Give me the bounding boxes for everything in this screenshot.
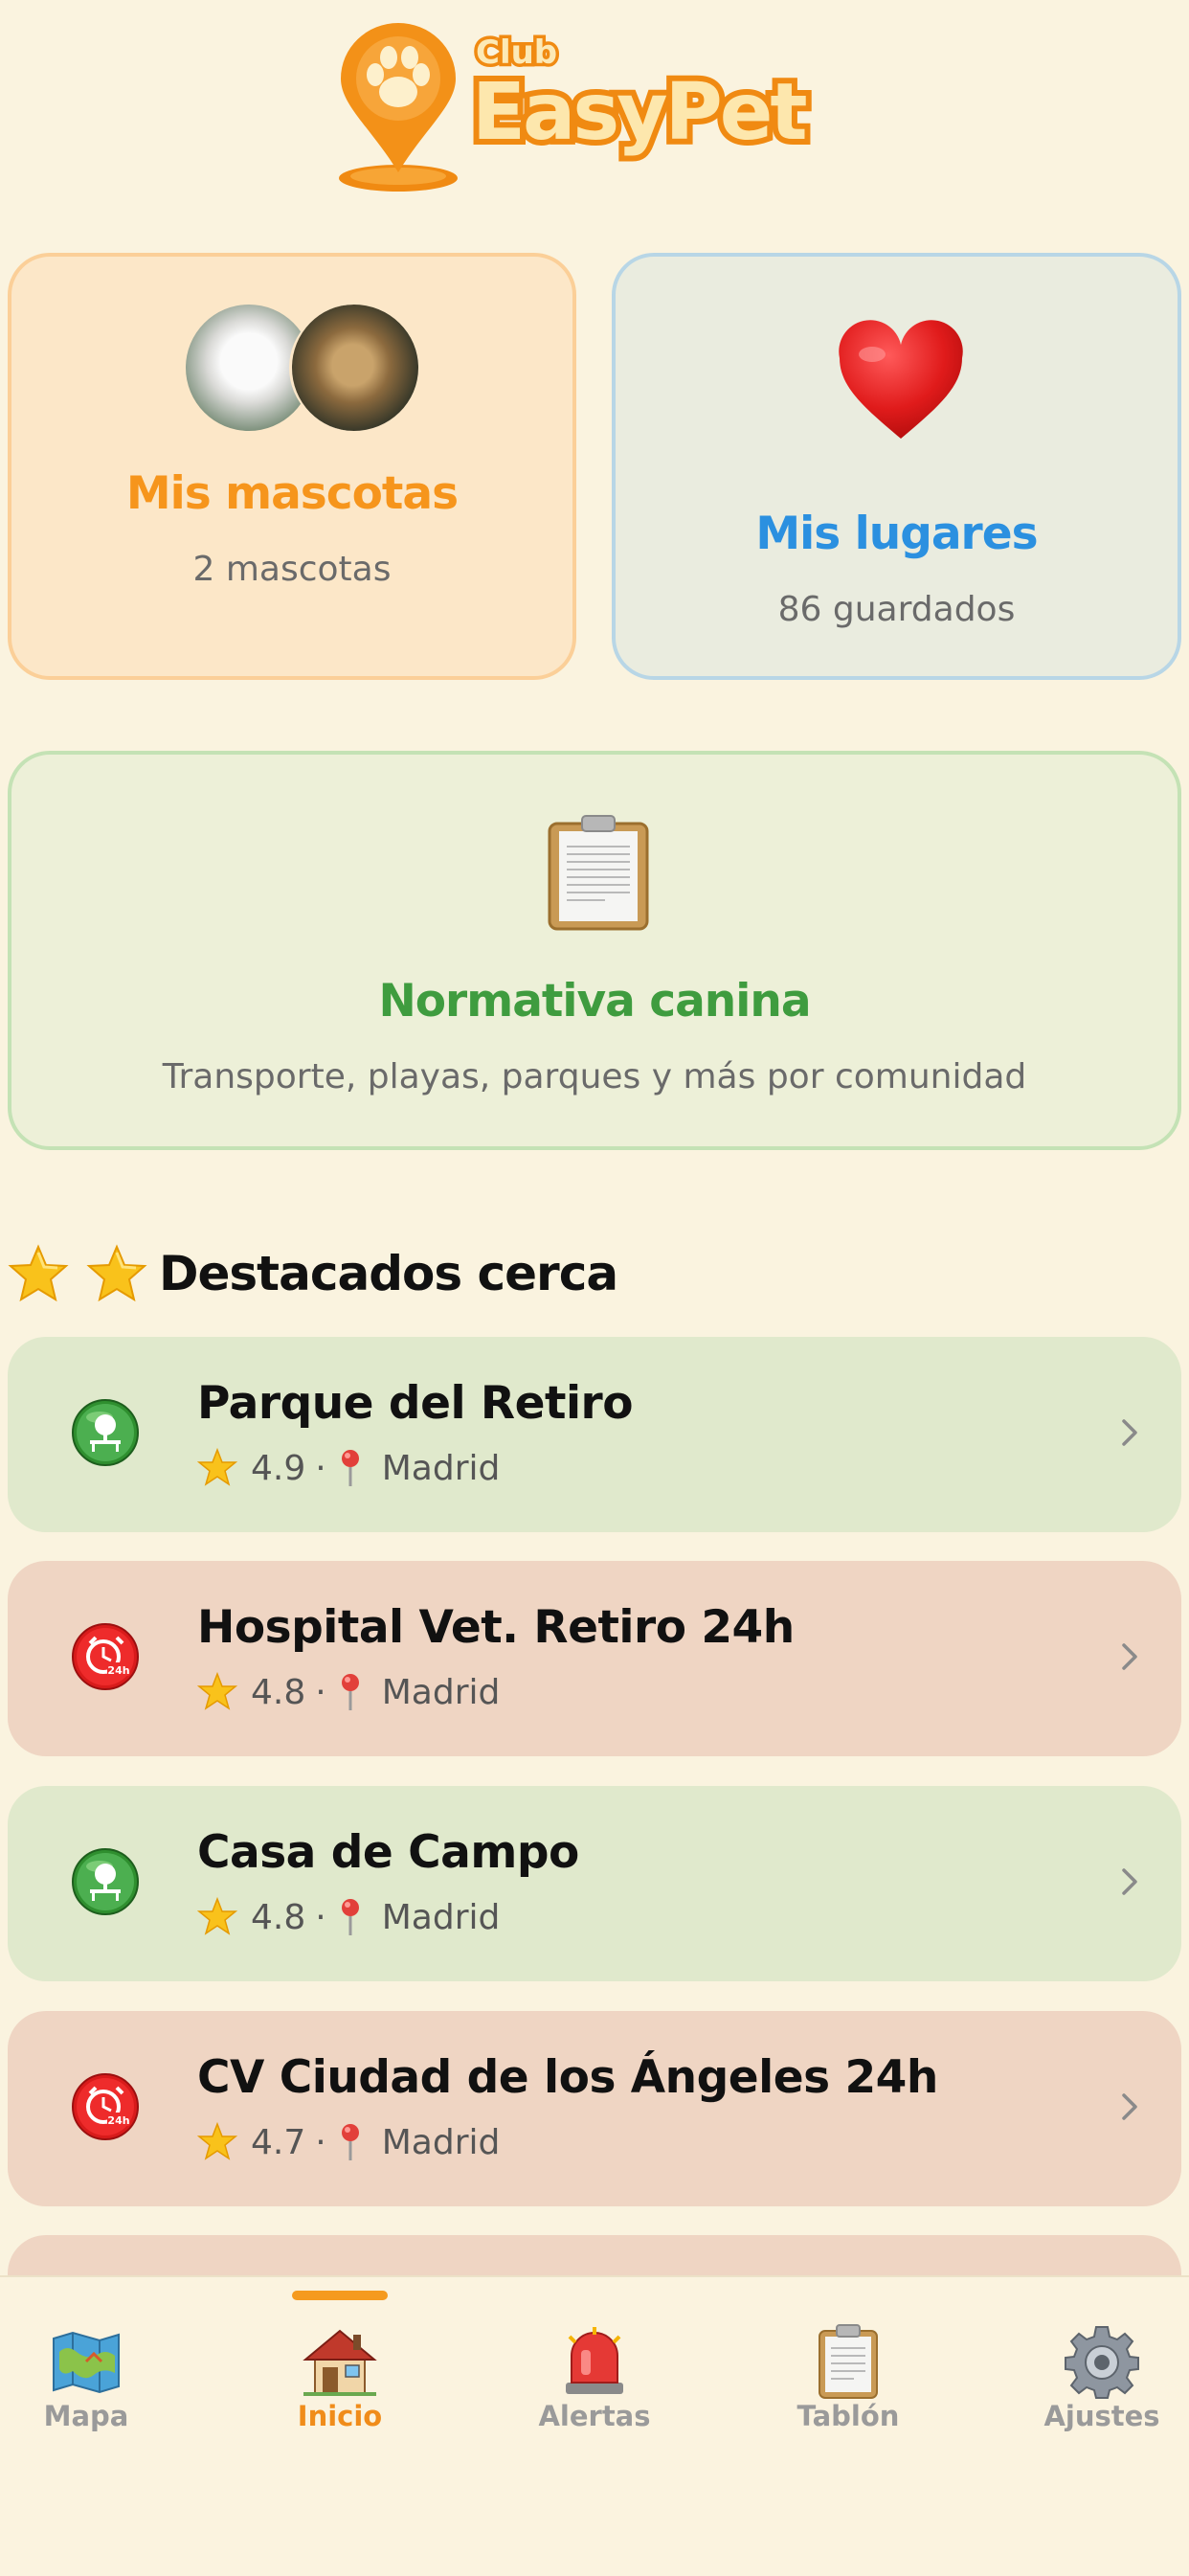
my-pets-title: Mis mascotas [125,467,459,520]
siren-icon [566,2327,623,2394]
place-city: Madrid [381,1897,501,1937]
location-pin-icon [341,2124,359,2160]
tab-label: Ajustes [1043,2400,1160,2432]
rating-star-icon [197,1672,237,1710]
place-rating: 4.9 [251,1448,306,1488]
tab-alerts[interactable]: Alertas [499,2277,690,2432]
tab-label: Inicio [297,2400,383,2432]
place-name: Hospital Vet. Retiro 24h [197,1601,795,1654]
place-city: Madrid [381,1672,501,1712]
location-pin-icon [341,1674,359,1710]
chevron-right-icon [1122,1868,1137,1895]
place-city: Madrid [381,1448,501,1488]
chevron-right-icon [1122,2093,1137,2120]
emergency-vet-icon: 24h [72,1623,139,1690]
place-meta: 4.8 · Madrid [197,1672,500,1712]
chevron-right-icon [1122,1643,1137,1670]
tab-label: Tablón [796,2400,900,2432]
clipboard-icon [548,815,649,931]
tab-bar: Mapa Inicio Alertas Tablón Ajustes [0,2275,1189,2576]
map-icon [53,2331,120,2394]
list-item[interactable]: 24h CV Ciudad de los Ángeles 24h 4.7 · Madri… [8,2011,1181,2206]
my-pets-count: 2 mascotas [192,550,392,589]
list-item[interactable]: 24h Hospital Vet. Retiro 24h 4.8 · Madrid [8,1561,1181,1756]
star-icon [86,1244,147,1302]
meta-separator: · [315,2122,326,2162]
tab-map[interactable]: Mapa [0,2277,182,2432]
tab-board[interactable]: Tablón [752,2277,944,2432]
tab-label: Mapa [43,2400,129,2432]
location-pin-icon [341,1899,359,1935]
tab-label: Alertas [538,2400,651,2432]
star-icon [8,1244,69,1302]
place-name: Casa de Campo [197,1826,579,1879]
meta-separator: · [315,1448,326,1488]
place-name: CV Ciudad de los Ángeles 24h [197,2051,938,2104]
svg-text:24h: 24h [107,1664,129,1677]
place-city: Madrid [381,2122,501,2162]
featured-nearby-header: Destacados cerca [8,1235,618,1312]
pet-avatars [186,305,418,439]
location-pin-icon [341,1450,359,1486]
emergency-vet-icon: 24h [72,2073,139,2140]
chevron-right-icon [1122,1419,1137,1446]
tab-settings[interactable]: Ajustes [1006,2277,1189,2432]
place-meta: 4.7 · Madrid [197,2122,500,2162]
place-rating: 4.8 [251,1897,306,1937]
place-meta: 4.9 · Madrid [197,1448,500,1488]
list-item[interactable]: Casa de Campo 4.8 · Madrid [8,1786,1181,1981]
dog-regulations-subtitle: Transporte, playas, parques y más por co… [162,1057,1027,1096]
logo-name-text: EasyPet [466,61,814,164]
meta-separator: · [315,1672,326,1712]
app-logo: Club EasyPet [0,19,1189,201]
svg-text:24h: 24h [107,2114,129,2127]
heart-icon [839,320,963,439]
park-icon [72,1399,139,1466]
place-rating: 4.8 [251,1672,306,1712]
section-title: Destacados cerca [159,1246,618,1301]
clipboard-icon [819,2324,878,2399]
dog-regulations-title: Normativa canina [378,975,811,1028]
dog-regulations-card[interactable]: Normativa canina Transporte, playas, par… [8,751,1181,1150]
my-places-title: Mis lugares [755,508,1038,560]
tab-home[interactable]: Inicio [244,2277,436,2432]
list-item[interactable]: Parque del Retiro 4.9 · Madrid [8,1337,1181,1532]
gear-icon [1065,2326,1139,2399]
active-tab-indicator [292,2291,388,2300]
section-stars [8,1244,147,1303]
meta-separator: · [315,1897,326,1937]
my-pets-card[interactable]: Mis mascotas 2 mascotas [8,253,576,680]
rating-star-icon [197,2122,237,2160]
logo-club-text: Club [472,31,560,76]
pet-avatar [289,305,418,431]
house-icon [303,2329,377,2396]
place-name: Parque del Retiro [197,1377,634,1430]
place-meta: 4.8 · Madrid [197,1897,500,1937]
my-places-count: 86 guardados [777,590,1016,629]
rating-star-icon [197,1897,237,1935]
place-rating: 4.7 [251,2122,306,2162]
paw-pin-icon [339,23,458,192]
rating-star-icon [197,1448,237,1486]
my-places-card[interactable]: Mis lugares 86 guardados [612,253,1181,680]
park-icon [72,1848,139,1915]
